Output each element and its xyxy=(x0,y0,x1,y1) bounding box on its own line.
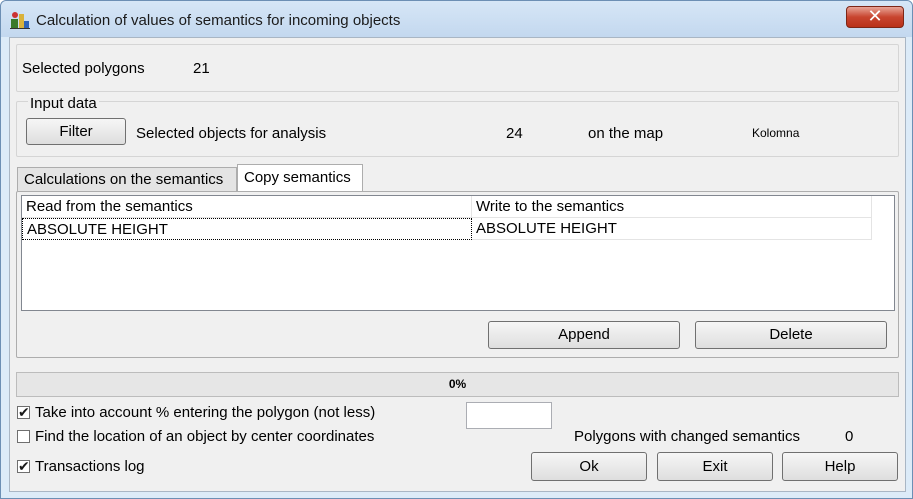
progress-text: 0% xyxy=(448,377,467,391)
changed-polygons-count: 0 xyxy=(845,428,854,445)
percent-input[interactable] xyxy=(466,402,552,429)
input-data-group-label: Input data xyxy=(28,95,99,112)
help-button[interactable]: Help xyxy=(782,452,898,481)
progress-bar: 0% xyxy=(16,372,899,397)
on-map-label: on the map xyxy=(588,125,664,142)
transactions-log-checkbox[interactable]: ✔ xyxy=(17,458,30,474)
column-header-read[interactable]: Read from the semantics xyxy=(22,196,472,218)
transactions-log-label: Transactions log xyxy=(35,458,145,475)
changed-polygons-label: Polygons with changed semantics xyxy=(574,428,800,445)
close-button[interactable]: ✕ xyxy=(846,6,904,28)
app-icon xyxy=(10,10,30,30)
tab-calculations-label: Calculations on the semantics xyxy=(24,171,224,188)
selected-polygons-count: 21 xyxy=(193,60,210,77)
map-name: Kolomna xyxy=(752,126,800,140)
check-icon: ✔ xyxy=(18,458,30,474)
dialog-client-area: Selected polygons 21 Input data Filter S… xyxy=(9,37,906,492)
close-icon: ✕ xyxy=(867,6,883,26)
grid-cell-write[interactable]: ABSOLUTE HEIGHT xyxy=(472,218,872,240)
append-button[interactable]: Append xyxy=(488,321,680,349)
delete-button[interactable]: Delete xyxy=(695,321,887,349)
semantics-grid[interactable]: Read from the semantics Write to the sem… xyxy=(21,195,895,311)
check-icon: ✔ xyxy=(18,404,30,420)
window-title: Calculation of values of semantics for i… xyxy=(36,12,401,29)
column-header-write[interactable]: Write to the semantics xyxy=(472,196,872,218)
find-location-label: Find the location of an object by center… xyxy=(35,428,375,445)
exit-button[interactable]: Exit xyxy=(657,452,773,481)
selected-polygons-group xyxy=(16,44,899,92)
objects-for-analysis-label: Selected objects for analysis xyxy=(136,125,327,142)
dialog-window: Calculation of values of semantics for i… xyxy=(0,0,913,499)
find-location-checkbox[interactable] xyxy=(17,430,30,443)
title-bar[interactable]: Calculation of values of semantics for i… xyxy=(1,1,912,37)
ok-button[interactable]: Ok xyxy=(531,452,647,481)
tab-calculations[interactable]: Calculations on the semantics xyxy=(17,167,237,191)
tab-copy-semantics[interactable]: Copy semantics xyxy=(237,164,363,192)
selected-polygons-label: Selected polygons xyxy=(22,60,145,77)
grid-cell-read[interactable]: ABSOLUTE HEIGHT xyxy=(22,218,472,240)
tab-copy-semantics-label: Copy semantics xyxy=(244,169,351,186)
take-account-label: Take into account % entering the polygon… xyxy=(35,404,376,421)
objects-count: 24 xyxy=(506,125,523,142)
filter-button[interactable]: Filter xyxy=(26,118,126,145)
take-account-checkbox[interactable]: ✔ xyxy=(17,404,30,420)
